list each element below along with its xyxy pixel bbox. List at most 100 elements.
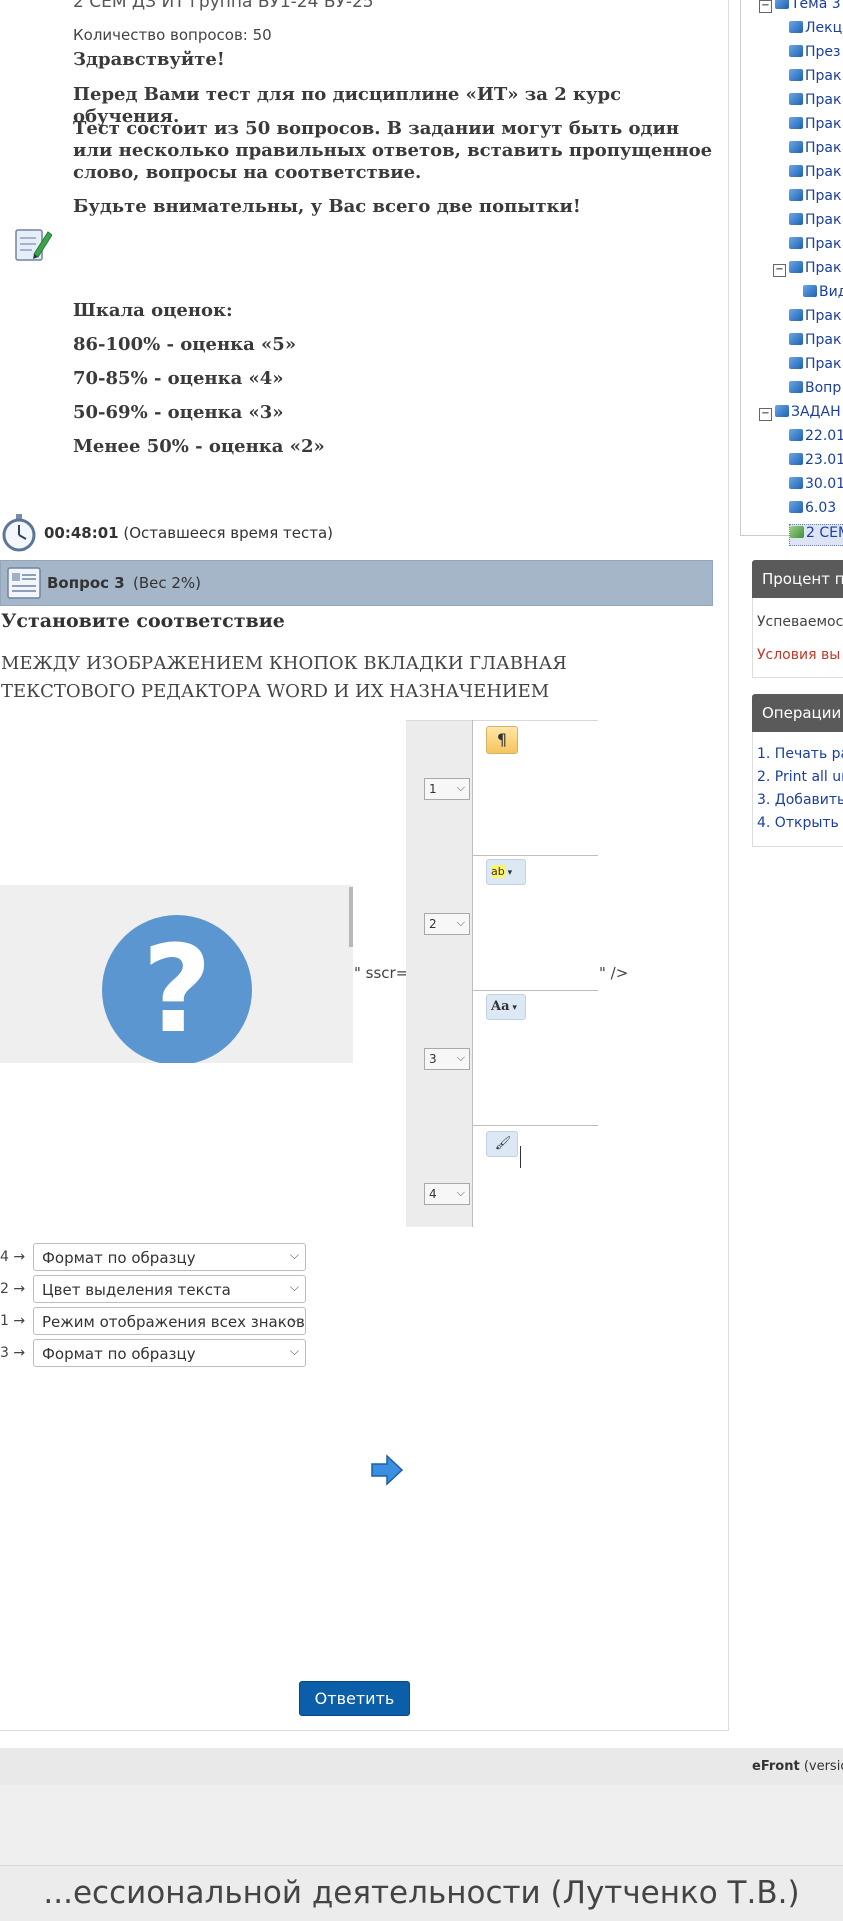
tree-item[interactable]: Лекц [789, 20, 842, 40]
operations-panel: 1. Печать ра 2. Print all un 3. Добавить… [752, 732, 843, 847]
tree-item[interactable]: Прак [789, 212, 841, 232]
footer-version-text: (version [803, 1759, 843, 1774]
tree-item[interactable]: Прак [789, 140, 841, 160]
tree-item-active[interactable]: 2 СЕМ [789, 524, 843, 546]
tree-item[interactable]: Вид [803, 284, 843, 304]
chevron-down-icon: ⌵ [289, 1280, 299, 1294]
lesson-icon [789, 453, 803, 465]
tree-item-label: През [805, 44, 841, 60]
lesson-icon [789, 93, 803, 105]
tree-item[interactable]: 23.01 [789, 452, 843, 472]
sidebar: − Тема 3 Лекц През Прак Прак Прак Прак Пр… [740, 0, 843, 1745]
tree-item[interactable]: Вопр [789, 380, 841, 400]
timer-label: (Оставшееся время теста) [118, 524, 333, 542]
tree-item-label: 6.03 [805, 500, 837, 516]
lesson-icon [789, 429, 803, 441]
timer-text: 00:48:01 (Оставшееся время теста) [44, 524, 333, 542]
lesson-icon [789, 237, 803, 249]
pilcrow-button-icon: ¶ [486, 726, 518, 754]
tree-item[interactable]: Прак [789, 188, 841, 208]
tree-item-label: 23.01 [805, 452, 843, 468]
match-select-1[interactable]: 1 ⌵ [424, 778, 470, 800]
progress-panel: Успеваемос Условия вы [752, 598, 843, 678]
format-painter-button-icon: 🖌 [486, 1131, 518, 1157]
tree-item-label: Прак [805, 332, 842, 348]
lesson-icon [789, 141, 803, 153]
tree-item[interactable]: Прак [789, 332, 841, 352]
chevron-down-icon: ▾ [509, 1003, 517, 1013]
tree-item-label: Прак [805, 356, 842, 372]
operation-link-print-all[interactable]: 2. Print all un [757, 769, 843, 785]
match-select-2[interactable]: 2 ⌵ [424, 913, 470, 935]
answer-select-1[interactable]: Формат по образцу ⌵ [33, 1243, 306, 1271]
tree-item[interactable]: Прак [789, 68, 841, 88]
answer-select-2[interactable]: Цвет выделения текста ⌵ [33, 1275, 306, 1303]
answer-select-value: Формат по образцу [42, 1345, 196, 1363]
match-table-top-border [406, 720, 598, 721]
tree-item-label: Прак [805, 260, 842, 276]
lesson-icon [789, 165, 803, 177]
tree-item[interactable]: Прак [789, 236, 841, 256]
lesson-icon [789, 117, 803, 129]
operation-link-open[interactable]: 4. Открыть р [757, 815, 843, 831]
lesson-icon [789, 381, 803, 393]
lesson-icon [789, 333, 803, 345]
tree-item[interactable]: През [789, 44, 840, 64]
chevron-down-icon: ▾ [504, 868, 513, 878]
match-table-row-line [473, 1125, 598, 1126]
answer-number: 4 → [0, 1249, 26, 1265]
question-mark-icon: ? [142, 921, 212, 1060]
tree-item[interactable]: Прак [789, 164, 841, 184]
main-content: 2 СЕМ ДЗ ИТ группа БУ1-24 БУ-25 Количест… [0, 0, 729, 1731]
match-select-4[interactable]: 4 ⌵ [424, 1183, 470, 1205]
tree-item-label: Прак [805, 140, 842, 156]
tree-item-label: Прак [805, 116, 842, 132]
chevron-down-icon: ⌵ [289, 1312, 299, 1326]
progress-text: Успеваемос [757, 614, 843, 630]
change-case-button-icon: Aa ▾ [486, 994, 526, 1020]
match-select-value: 3 [429, 1052, 437, 1066]
operation-link-print[interactable]: 1. Печать ра [757, 746, 843, 762]
match-table-row-line [473, 990, 598, 991]
grading-5: 86-100% - оценка «5» [73, 334, 297, 355]
answer-select-value: Цвет выделения текста [42, 1281, 231, 1299]
highlight-label: ab [491, 865, 505, 878]
match-select-3[interactable]: 3 ⌵ [424, 1048, 470, 1070]
image-scrollbar[interactable] [349, 887, 353, 947]
tree-item[interactable]: − Тема 3 [759, 0, 841, 16]
timer: 00:48:01 (Оставшееся время теста) [0, 512, 600, 552]
answer-select-3[interactable]: Режим отображения всех знаков ⌵ [33, 1307, 306, 1335]
match-select-value: 2 [429, 917, 437, 931]
tree-item[interactable]: Прак [789, 308, 841, 328]
change-case-label: Aa [491, 999, 510, 1014]
collapse-icon: − [759, 408, 772, 421]
tree-item[interactable]: 6.03 [789, 500, 836, 520]
tree-item-label: Прак [805, 212, 842, 228]
match-select-value: 1 [429, 782, 437, 796]
lesson-icon [789, 261, 803, 273]
tree-item[interactable]: Прак [789, 116, 841, 136]
browser-title-bar: ...ессиональной деятельности (Лутченко Т… [0, 1865, 843, 1921]
tree-item-label: Вопр [805, 380, 842, 396]
tree-item[interactable]: Прак [789, 356, 841, 376]
tree-item[interactable]: Прак [789, 92, 841, 112]
folder-book-icon [775, 0, 789, 9]
tree-item[interactable]: 30.01 [789, 476, 843, 496]
chevron-down-icon: ⌵ [289, 1344, 299, 1358]
question-header-bar: Вопрос 3 (Вес 2%) [0, 560, 713, 606]
submit-answer-button[interactable]: Ответить [299, 1681, 410, 1716]
footer: eFront (version [0, 1748, 843, 1785]
tree-item[interactable]: − ЗАДАН [759, 404, 841, 424]
answer-select-4[interactable]: Формат по образцу ⌵ [33, 1339, 306, 1367]
chevron-down-icon: ⌵ [456, 1051, 465, 1064]
tree-item-label: 30.01 [805, 476, 843, 492]
operation-link-add[interactable]: 3. Добавить [757, 792, 843, 808]
tree-item[interactable]: − Прак [773, 260, 841, 280]
next-question-arrow-icon[interactable] [370, 1453, 404, 1487]
question-heading: Установите соответствие [1, 610, 285, 632]
tree-item[interactable]: 22.01 [789, 428, 843, 448]
completion-conditions-link[interactable]: Условия вы [757, 647, 840, 663]
tree-item-label: 2 СЕМ [806, 525, 843, 541]
footer-version: eFront (version [752, 1759, 843, 1774]
html-artifact-right: " /> [599, 964, 629, 982]
